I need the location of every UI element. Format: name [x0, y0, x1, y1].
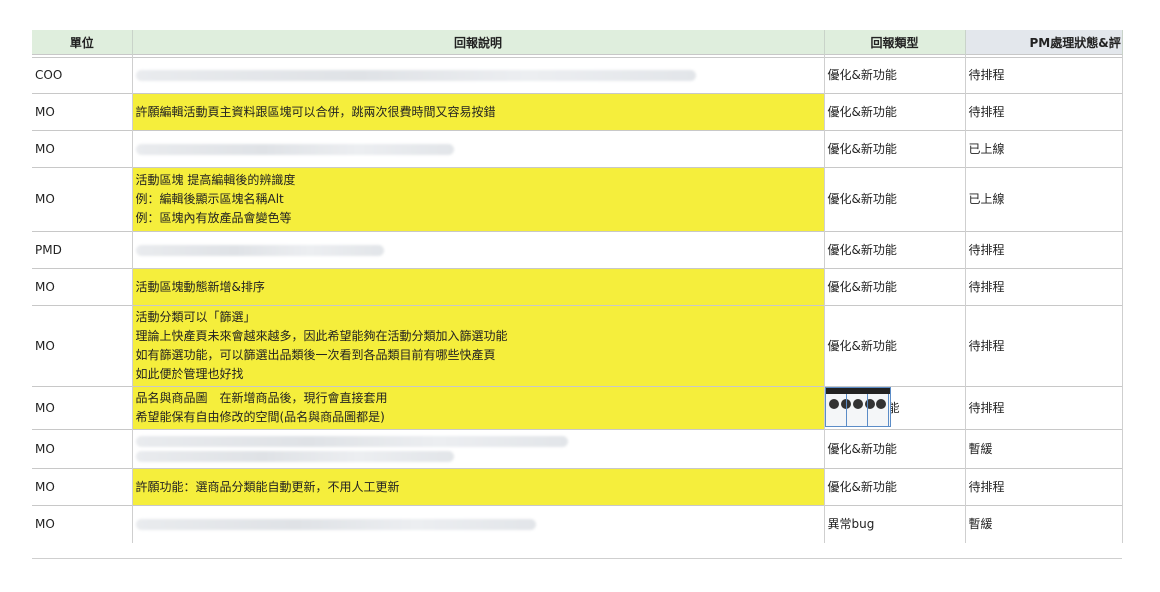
table-row: MO 許願功能：選商品分類能自動更新，不用人工更新 優化&新功能 待排程	[32, 468, 1123, 506]
cell-description[interactable]	[132, 57, 825, 94]
header-unit[interactable]: 單位	[32, 30, 133, 55]
type-label: 異常bug	[827, 516, 875, 531]
description-line: 希望能保有自由修改的空間(品名與商品圖都是)	[135, 410, 385, 424]
cell-type[interactable]: 優化&新功能	[824, 167, 966, 232]
redacted-text	[135, 451, 454, 462]
cell-description[interactable]: 品名與商品圖 在新增商品後，現行會直接套用 希望能保有自由修改的空間(品名與商品圖…	[132, 386, 825, 430]
table-row: MO 活動分類可以「篩選」理論上快產頁未來會越來越多，因此希望能夠在活動分類加入篩…	[32, 305, 1123, 387]
description-line: 如此便於管理也好找	[135, 367, 244, 381]
redacted-text	[135, 244, 384, 256]
cell-unit[interactable]: MO	[32, 268, 133, 306]
description-line: 許願編輯活動頁主資料跟區塊可以合併，跳兩次很費時間又容易按錯	[135, 104, 496, 119]
redacted-text	[135, 143, 454, 155]
cell-status[interactable]: 待排程	[965, 386, 1123, 430]
cell-status[interactable]: 待排程	[965, 57, 1123, 94]
cell-description[interactable]: 活動分類可以「篩選」理論上快產頁未來會越來越多，因此希望能夠在活動分類加入篩選功…	[132, 305, 825, 387]
cell-status[interactable]: 暫緩	[965, 429, 1123, 469]
type-label: 優化&新功能	[827, 279, 897, 294]
cell-type[interactable]: 優化&新功能	[824, 93, 966, 131]
header-row: 單位 回報說明 回報類型 PM處理狀態&評	[32, 30, 1123, 55]
cell-description[interactable]: 許願編輯活動頁主資料跟區塊可以合併，跳兩次很費時間又容易按錯	[132, 93, 825, 131]
cell-unit[interactable]: MO	[32, 429, 133, 469]
table-row: MO 品名與商品圖 在新增商品後，現行會直接套用 希望能保有自由修改的空間(品名與商…	[32, 386, 1123, 430]
cell-description[interactable]	[132, 130, 825, 168]
cell-type[interactable]: 優化&新功能	[824, 468, 966, 506]
table-row: MO 許願編輯活動頁主資料跟區塊可以合併，跳兩次很費時間又容易按錯 優化&新功能 待排…	[32, 93, 1123, 131]
description-line: 理論上快產頁未來會越來越多，因此希望能夠在活動分類加入篩選功能	[135, 329, 508, 343]
description-line: 例：編輯後顯示區塊名稱Alt	[135, 192, 284, 206]
type-label: 優化&新功能	[827, 479, 897, 494]
cell-status[interactable]: 待排程	[965, 93, 1123, 131]
type-label: 優化&新功能	[827, 68, 897, 82]
cell-status[interactable]: 暫緩	[965, 505, 1123, 543]
grid-bottom-line	[32, 558, 1122, 559]
cell-description[interactable]: 活動區塊動態新增&排序	[132, 268, 825, 306]
description-line: 例：區塊內有放產品會變色等	[135, 211, 292, 225]
redacted-text	[135, 518, 536, 530]
redacted-text	[135, 70, 696, 81]
cell-status[interactable]: 待排程	[965, 305, 1123, 387]
screenshot-thumbnail[interactable]	[824, 387, 891, 427]
spreadsheet: 單位 回報說明 回報類型 PM處理狀態&評 COO 優化&新功能 待排程 MO 許願編輯…	[32, 30, 1123, 543]
description-line: 活動區塊 提高編輯後的辨識度	[135, 173, 296, 187]
type-label: 優化&新功能	[827, 141, 897, 156]
description-line: 活動區塊動態新增&排序	[135, 279, 265, 294]
cell-status[interactable]: 待排程	[965, 231, 1123, 269]
description-line: 品名與商品圖 在新增商品後，現行會直接套用	[135, 391, 388, 405]
table-row: COO 優化&新功能 待排程	[32, 57, 1123, 94]
cell-unit[interactable]: MO	[32, 305, 133, 387]
cell-status[interactable]: 待排程	[965, 468, 1123, 506]
description-line: 如有篩選功能，可以篩選出品類後一次看到各品類目前有哪些快產頁	[135, 348, 496, 362]
table-row: MO 活動區塊動態新增&排序 優化&新功能 待排程	[32, 268, 1123, 306]
cell-status[interactable]: 已上線	[965, 130, 1123, 168]
cell-type[interactable]: 優化&新功能	[824, 268, 966, 306]
type-label: 優化&新功能	[827, 338, 897, 353]
cell-type[interactable]: 優化&新功能	[824, 130, 966, 168]
cell-type[interactable]: 異常bug	[824, 505, 966, 543]
cell-description[interactable]: 許願功能：選商品分類能自動更新，不用人工更新	[132, 468, 825, 506]
cell-type[interactable]: 優化&新功能	[824, 429, 966, 469]
feedback-table: 單位 回報說明 回報類型 PM處理狀態&評 COO 優化&新功能 待排程 MO 許願編輯…	[32, 30, 1123, 543]
type-label: 優化&新功能	[827, 242, 897, 257]
type-label: 優化&新功能	[827, 104, 897, 119]
table-row: MO 優化&新功能 暫緩	[32, 429, 1123, 469]
table-row: PMD 優化&新功能 待排程	[32, 231, 1123, 269]
cell-type[interactable]: 優化&新功能	[824, 231, 966, 269]
cell-unit[interactable]: COO	[32, 57, 133, 94]
description-line: 許願功能：選商品分類能自動更新，不用人工更新	[135, 479, 400, 494]
cell-unit[interactable]: MO	[32, 167, 133, 232]
cell-type[interactable]: 優化&新功能	[824, 305, 966, 387]
cell-type[interactable]: 優化&新功能	[824, 57, 966, 94]
cell-type[interactable]: 能	[824, 386, 966, 430]
header-type[interactable]: 回報類型	[824, 30, 966, 55]
cell-status[interactable]: 已上線	[965, 167, 1123, 232]
description-line: 活動分類可以「篩選」	[135, 310, 256, 324]
type-label: 優化&新功能	[827, 441, 897, 456]
cell-description[interactable]: 活動區塊 提高編輯後的辨識度 例：編輯後顯示區塊名稱Alt 例：區塊內有放產品會變色…	[132, 167, 825, 232]
table-row: MO 活動區塊 提高編輯後的辨識度 例：編輯後顯示區塊名稱Alt 例：區塊內有放產品會…	[32, 167, 1123, 232]
cell-unit[interactable]: MO	[32, 93, 133, 131]
cell-description[interactable]	[132, 231, 825, 269]
cell-status[interactable]: 待排程	[965, 268, 1123, 306]
cell-unit[interactable]: MO	[32, 505, 133, 543]
cell-unit[interactable]: MO	[32, 386, 133, 430]
cell-unit[interactable]: MO	[32, 468, 133, 506]
header-status[interactable]: PM處理狀態&評	[965, 30, 1123, 55]
table-row: MO 異常bug 暫緩	[32, 505, 1123, 543]
header-desc[interactable]: 回報說明	[132, 30, 825, 55]
cell-unit[interactable]: PMD	[32, 231, 133, 269]
table-row: MO 優化&新功能 已上線	[32, 130, 1123, 168]
redacted-text	[135, 436, 568, 447]
type-label: 優化&新功能	[827, 192, 897, 206]
cell-unit[interactable]: MO	[32, 130, 133, 168]
cell-description[interactable]	[132, 505, 825, 543]
cell-description[interactable]	[132, 429, 825, 469]
